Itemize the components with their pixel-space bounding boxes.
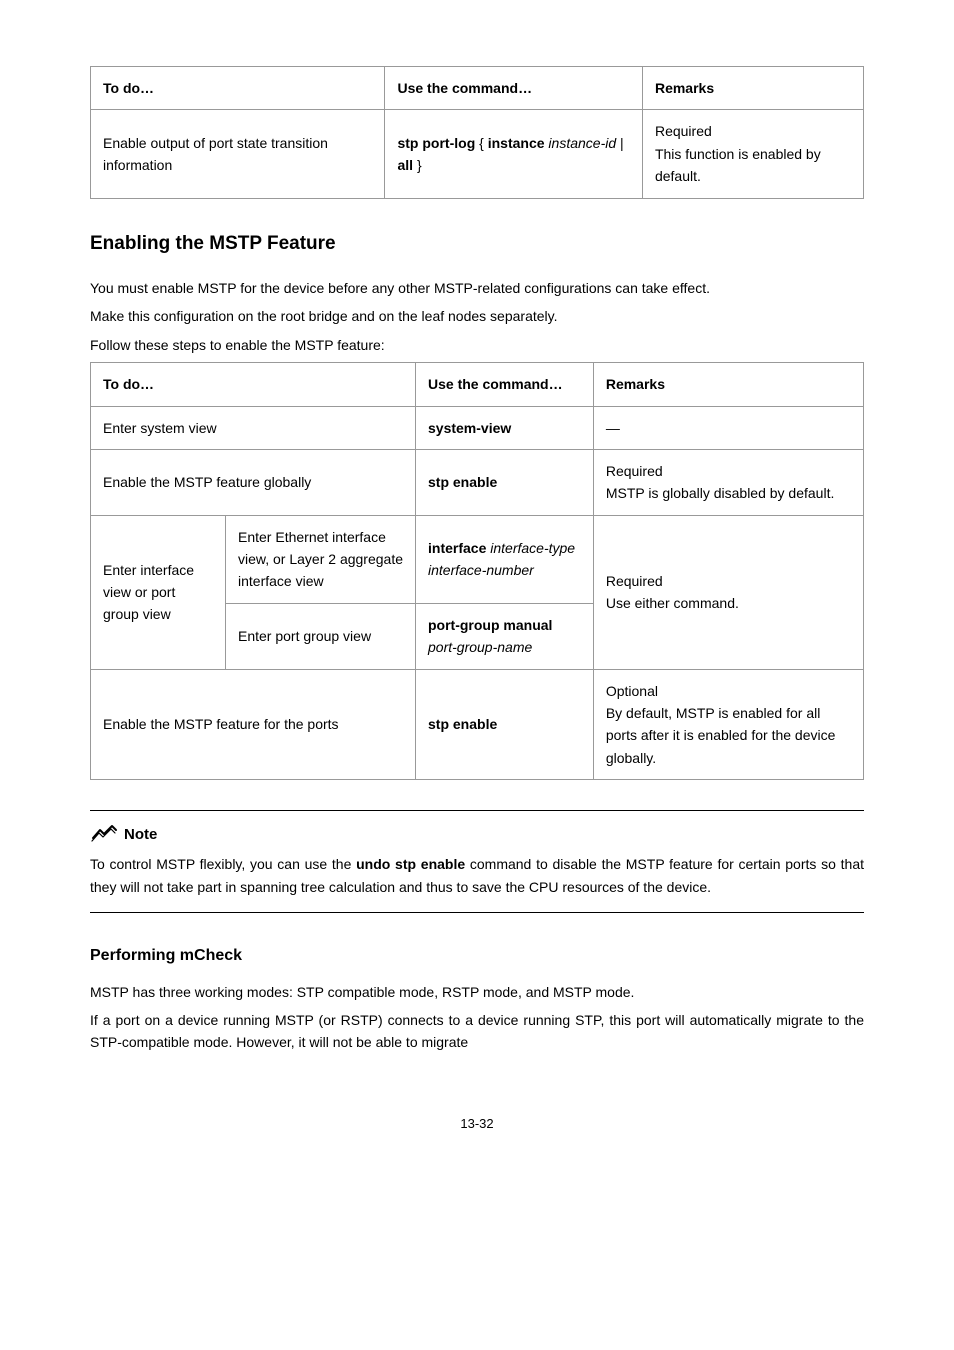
page-number: 13-32 xyxy=(90,1114,864,1135)
cell-todo-group: Enter interface view or port group view xyxy=(91,515,226,669)
cell-remarks: Optional By default, MSTP is enabled for… xyxy=(593,669,863,780)
paragraph: If a port on a device running MSTP (or R… xyxy=(90,1009,864,1054)
cell-cmd: system-view xyxy=(416,406,594,449)
cell-todo: Enable the MSTP feature for the ports xyxy=(91,669,416,780)
cell-cmd: stp port-log { instance instance-id | al… xyxy=(385,110,642,198)
note-block: Note To control MSTP flexibly, you can u… xyxy=(90,810,864,913)
cell-cmd: stp enable xyxy=(416,669,594,780)
table-row: Enable the MSTP feature globally stp ena… xyxy=(91,449,864,515)
col-todo: To do… xyxy=(91,67,385,110)
cell-remarks: Required Use either command. xyxy=(593,515,863,669)
table-port-log: To do… Use the command… Remarks Enable o… xyxy=(90,66,864,199)
col-remarks: Remarks xyxy=(593,363,863,406)
cell-todo: Enable output of port state transition i… xyxy=(91,110,385,198)
table-row: Enable the MSTP feature for the ports st… xyxy=(91,669,864,780)
cell-cmd: interface interface-type interface-numbe… xyxy=(416,515,594,603)
col-remarks: Remarks xyxy=(642,67,863,110)
note-label: Note xyxy=(124,823,157,847)
paragraph: You must enable MSTP for the device befo… xyxy=(90,277,864,299)
cell-remarks: Required This function is enabled by def… xyxy=(642,110,863,198)
cell-cmd: stp enable xyxy=(416,449,594,515)
note-icon xyxy=(90,824,118,846)
col-cmd: Use the command… xyxy=(385,67,642,110)
table-row: Enable output of port state transition i… xyxy=(91,110,864,198)
cell-todo-sub: Enter Ethernet interface view, or Layer … xyxy=(226,515,416,603)
cell-remarks: — xyxy=(593,406,863,449)
note-body: To control MSTP flexibly, you can use th… xyxy=(90,853,864,898)
cell-remarks: Required MSTP is globally disabled by de… xyxy=(593,449,863,515)
paragraph: Follow these steps to enable the MSTP fe… xyxy=(90,334,864,356)
cell-todo: Enter system view xyxy=(91,406,416,449)
heading-mcheck: Performing mCheck xyxy=(90,943,864,969)
cell-todo-sub: Enter port group view xyxy=(226,603,416,669)
table-row: Enter interface view or port group view … xyxy=(91,515,864,603)
heading-enable-mstp: Enabling the MSTP Feature xyxy=(90,229,864,259)
cell-cmd: port-group manual port-group-name xyxy=(416,603,594,669)
table-row: Enter system view system-view — xyxy=(91,406,864,449)
paragraph: MSTP has three working modes: STP compat… xyxy=(90,981,864,1003)
paragraph: Make this configuration on the root brid… xyxy=(90,305,864,327)
col-cmd: Use the command… xyxy=(416,363,594,406)
col-todo: To do… xyxy=(91,363,416,406)
cell-todo: Enable the MSTP feature globally xyxy=(91,449,416,515)
table-enable-mstp: To do… Use the command… Remarks Enter sy… xyxy=(90,362,864,780)
